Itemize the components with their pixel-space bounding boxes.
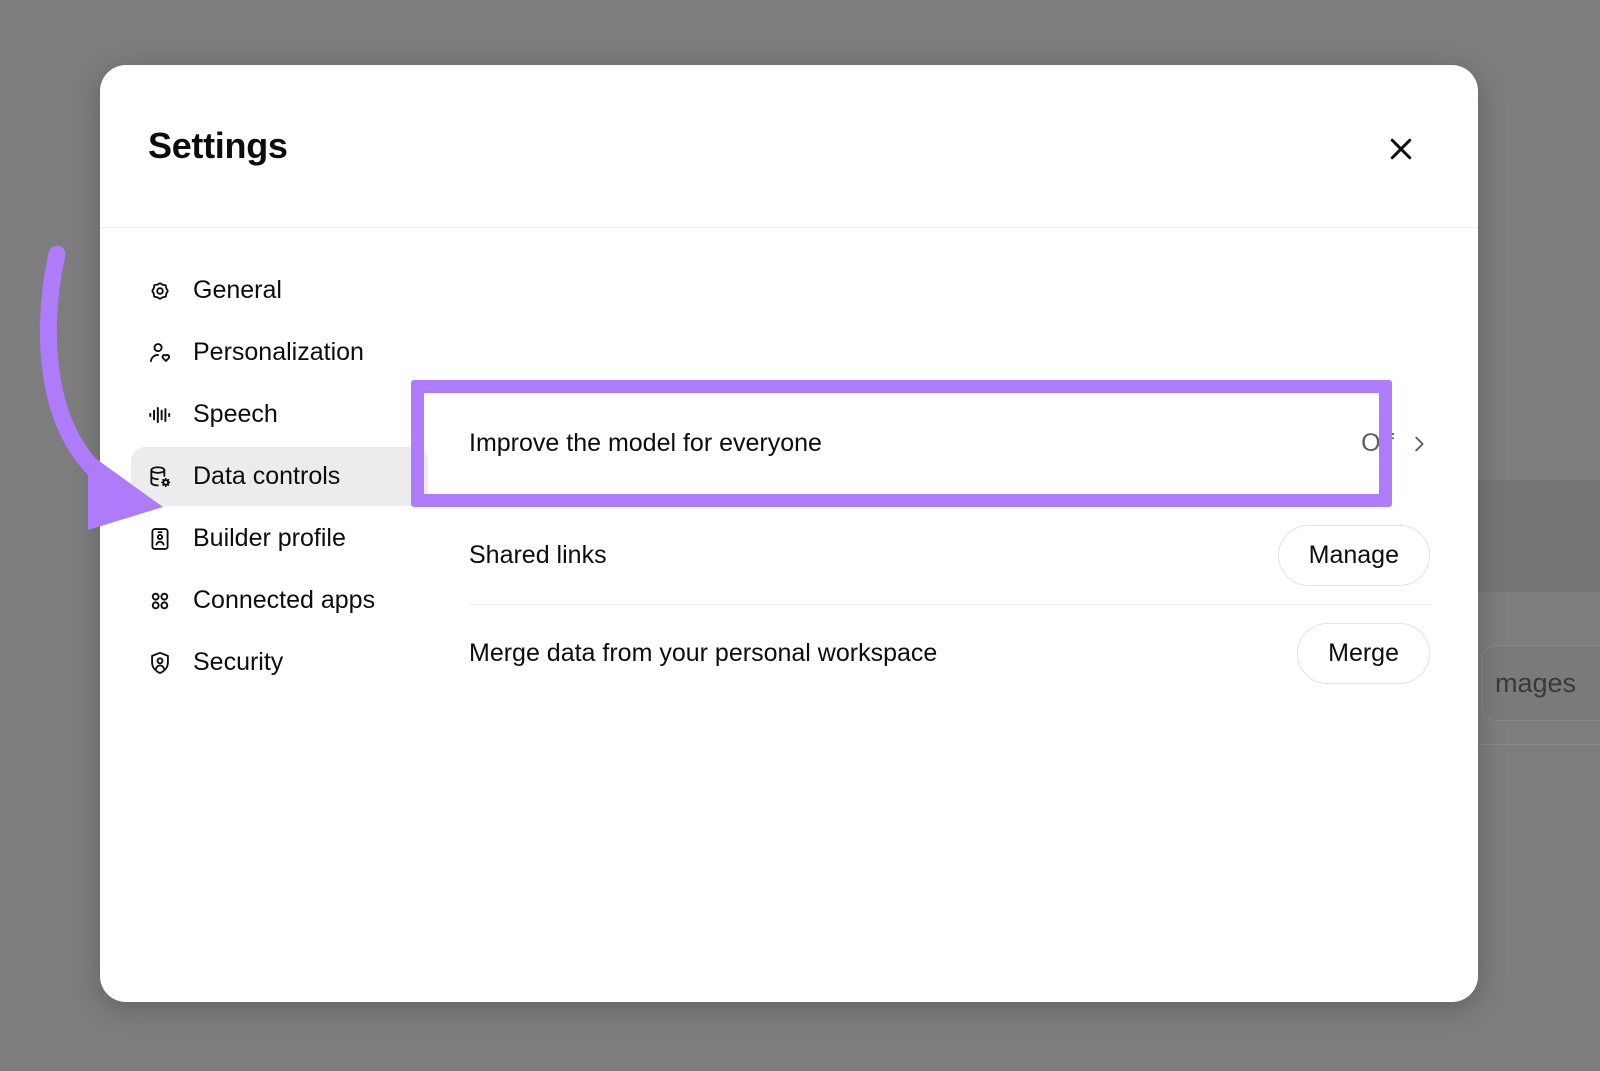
background-pill-label: mages	[1495, 668, 1576, 699]
background-panel-band	[1478, 480, 1600, 592]
sidebar-item-label: General	[193, 276, 282, 305]
person-heart-icon	[147, 340, 173, 366]
sidebar-item-label: Connected apps	[193, 586, 375, 615]
sidebar-item-personalization[interactable]: Personalization	[131, 323, 428, 382]
waveform-icon	[147, 402, 173, 428]
row-label: Improve the model for everyone	[469, 429, 822, 458]
row-improve-the-model[interactable]: Improve the model for everyone Off	[440, 380, 1430, 507]
dialog-header: Settings	[100, 65, 1478, 228]
sidebar-item-label: Personalization	[193, 338, 364, 367]
page-title: Settings	[148, 125, 288, 167]
sidebar-item-security[interactable]: Security	[131, 633, 428, 692]
data-controls-panel: Improve the model for everyone Off Share…	[440, 228, 1478, 1002]
sidebar-item-label: Data controls	[193, 462, 340, 491]
id-card-icon	[147, 526, 173, 552]
sidebar-item-label: Speech	[193, 400, 278, 429]
gear-icon	[147, 278, 173, 304]
settings-dialog: Settings General	[100, 65, 1478, 1002]
background-partial-pill: mages	[1482, 645, 1600, 721]
sidebar-item-label: Builder profile	[193, 524, 346, 553]
row-label: Merge data from your personal workspace	[469, 639, 937, 668]
sidebar-item-connected-apps[interactable]: Connected apps	[131, 571, 428, 630]
row-merge-data: Merge data from your personal workspace …	[440, 605, 1430, 702]
grid-apps-icon	[147, 588, 173, 614]
close-button[interactable]	[1382, 130, 1420, 168]
row-value-group[interactable]: Off	[1361, 429, 1430, 458]
dialog-body: General Personalization	[100, 228, 1478, 1002]
row-shared-links: Shared links Manage	[440, 507, 1430, 604]
sidebar-item-data-controls[interactable]: Data controls	[131, 447, 428, 506]
manage-button[interactable]: Manage	[1278, 525, 1430, 586]
close-icon	[1386, 134, 1416, 164]
sidebar-item-speech[interactable]: Speech	[131, 385, 428, 444]
sidebar-item-label: Security	[193, 648, 283, 677]
chevron-right-icon	[1408, 433, 1430, 455]
background-hairline	[1478, 744, 1600, 745]
settings-sidebar: General Personalization	[100, 228, 440, 1002]
sidebar-item-general[interactable]: General	[131, 261, 428, 320]
sidebar-item-builder-profile[interactable]: Builder profile	[131, 509, 428, 568]
shield-person-icon	[147, 650, 173, 676]
database-gear-icon	[147, 464, 173, 490]
status-badge: Off	[1361, 429, 1394, 458]
row-label: Shared links	[469, 541, 607, 570]
merge-button[interactable]: Merge	[1297, 623, 1430, 684]
